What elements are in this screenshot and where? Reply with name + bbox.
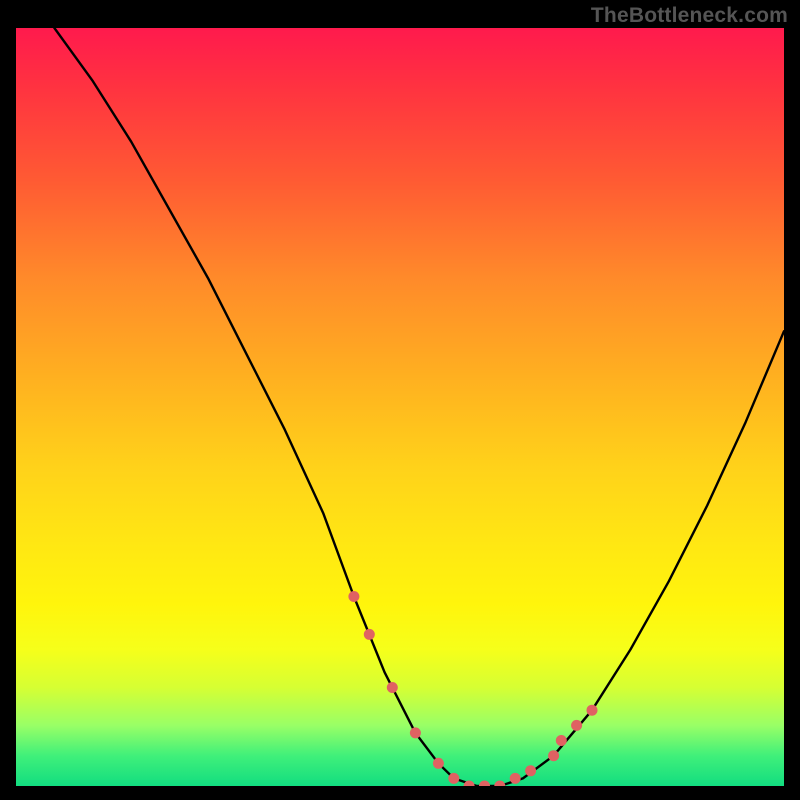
- watermark-text: TheBottleneck.com: [591, 4, 788, 28]
- plot-area: [16, 28, 784, 786]
- marker-dot: [433, 758, 444, 769]
- marker-dot: [571, 720, 582, 731]
- marker-dot: [364, 629, 375, 640]
- marker-dot: [510, 773, 521, 784]
- marker-dot: [525, 765, 536, 776]
- marker-dot: [448, 773, 459, 784]
- marker-dot: [410, 727, 421, 738]
- marker-dot: [479, 781, 490, 787]
- chart-frame: TheBottleneck.com: [0, 0, 800, 800]
- marker-dot: [587, 705, 598, 716]
- main-curve: [54, 28, 784, 786]
- marker-group: [348, 591, 597, 786]
- marker-dot: [348, 591, 359, 602]
- curve-layer: [16, 28, 784, 786]
- marker-dot: [548, 750, 559, 761]
- marker-dot: [494, 781, 505, 787]
- marker-dot: [387, 682, 398, 693]
- marker-dot: [556, 735, 567, 746]
